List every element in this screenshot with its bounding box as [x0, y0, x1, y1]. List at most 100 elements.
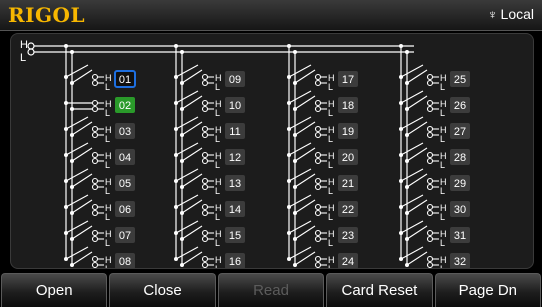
channel-23[interactable]: HL23 [287, 220, 358, 248]
terminal-h [91, 99, 99, 107]
channel-01[interactable]: HL01 [64, 64, 136, 92]
channel-label: 19 [342, 126, 354, 138]
terminal-label-l: L [328, 186, 333, 196]
terminal-h [91, 203, 99, 211]
terminal-l [426, 183, 434, 191]
channel-18[interactable]: HL18 [287, 90, 358, 118]
channel-27[interactable]: HL27 [399, 116, 470, 144]
channel-05[interactable]: HL05 [64, 168, 135, 196]
terminal-l [314, 157, 322, 165]
channel-22[interactable]: HL22 [287, 194, 358, 222]
terminal-l [314, 261, 322, 268]
terminal-l [314, 105, 322, 113]
channel-15[interactable]: HL15 [174, 220, 245, 248]
channel-label: 11 [229, 126, 240, 138]
terminal-l [91, 131, 99, 139]
terminal-l [201, 235, 209, 243]
channel-25[interactable]: HL25 [399, 64, 470, 92]
terminal-label-l: L [328, 108, 333, 118]
terminal-l [314, 209, 322, 217]
card-reset-button[interactable]: Card Reset [326, 273, 433, 307]
channel-29[interactable]: HL29 [399, 168, 470, 196]
channel-label: 16 [229, 256, 241, 268]
terminal-label-l: L [328, 264, 333, 268]
channel-04[interactable]: HL04 [64, 142, 135, 170]
terminal-l [426, 209, 434, 217]
terminal-label-l: L [328, 82, 333, 92]
channel-10[interactable]: HL10 [174, 90, 245, 118]
channel-group-2: HL09HL10HL11HL12HL13HL14HL15HL16 [174, 44, 245, 268]
channel-label: 14 [229, 204, 241, 216]
channel-label: 20 [342, 152, 354, 164]
terminal-l [201, 209, 209, 217]
channel-12[interactable]: HL12 [174, 142, 245, 170]
channel-09[interactable]: HL09 [174, 64, 245, 92]
channel-20[interactable]: HL20 [287, 142, 358, 170]
terminal-h [426, 99, 434, 107]
close-button[interactable]: Close [109, 273, 216, 307]
junction-dot [70, 50, 74, 54]
terminal-h [314, 151, 322, 159]
terminal-h [426, 151, 434, 159]
terminal-h [91, 125, 99, 133]
channel-group-3: HL17HL18HL19HL20HL21HL22HL23HL24 [287, 44, 358, 268]
junction-dot [405, 50, 409, 54]
terminal-l [91, 79, 99, 87]
channel-17[interactable]: HL17 [287, 64, 358, 92]
terminal-label-l: L [105, 186, 110, 196]
channel-19[interactable]: HL19 [287, 116, 358, 144]
channel-label: 26 [454, 100, 466, 112]
channel-31[interactable]: HL31 [399, 220, 470, 248]
terminal-h [201, 255, 209, 263]
terminal-l [426, 131, 434, 139]
channel-14[interactable]: HL14 [174, 194, 245, 222]
junction-dot [174, 44, 178, 48]
channel-label: 31 [454, 230, 466, 242]
terminal-h [201, 203, 209, 211]
channel-13[interactable]: HL13 [174, 168, 245, 196]
channel-32[interactable]: HL32 [399, 246, 470, 268]
channel-label: 08 [119, 256, 131, 268]
terminal-h [314, 177, 322, 185]
terminal-h [201, 125, 209, 133]
terminal-l [201, 183, 209, 191]
channel-26[interactable]: HL26 [399, 90, 470, 118]
channel-28[interactable]: HL28 [399, 142, 470, 170]
channel-16[interactable]: HL16 [174, 246, 245, 268]
channel-08[interactable]: HL08 [64, 246, 135, 268]
terminal-label-l: L [215, 186, 220, 196]
terminal-label-l: L [215, 108, 220, 118]
channel-11[interactable]: HL11 [174, 116, 245, 144]
terminal-l [426, 105, 434, 113]
terminal-label-l: L [215, 238, 220, 248]
channel-30[interactable]: HL30 [399, 194, 470, 222]
channel-24[interactable]: HL24 [287, 246, 358, 268]
read-button[interactable]: Read [217, 273, 325, 307]
channel-label: 17 [342, 74, 354, 86]
channel-label: 32 [454, 256, 466, 268]
terminal-label-l: L [105, 264, 110, 268]
terminal-label-l: L [105, 160, 110, 170]
terminal-h [201, 151, 209, 159]
channel-label: 30 [454, 204, 466, 216]
channel-label: 03 [119, 126, 131, 138]
terminal-l [91, 105, 99, 113]
terminal-l [426, 235, 434, 243]
channel-label: 01 [119, 74, 131, 86]
channel-21[interactable]: HL21 [287, 168, 358, 196]
terminal-label-l: L [440, 238, 445, 248]
channel-03[interactable]: HL03 [64, 116, 135, 144]
bus-label-h: H [20, 39, 28, 51]
page-down-button[interactable]: Page Dn [434, 273, 542, 307]
instrument-screen: RIGOL ♆ Local H L H L 01 H L 02 H L 03 H L 04 H L 05 H L 0… [0, 0, 542, 307]
softkey-bar: Open Close Read Card Reset Page Dn [0, 273, 542, 307]
channel-label: 25 [454, 74, 466, 86]
channel-02[interactable]: HL02 [64, 97, 135, 118]
terminal-l [201, 79, 209, 87]
open-button[interactable]: Open [1, 273, 108, 307]
terminal-h [426, 255, 434, 263]
junction-dot [293, 50, 297, 54]
terminal-h [314, 229, 322, 237]
channel-06[interactable]: HL06 [64, 194, 135, 222]
channel-07[interactable]: HL07 [64, 220, 135, 248]
